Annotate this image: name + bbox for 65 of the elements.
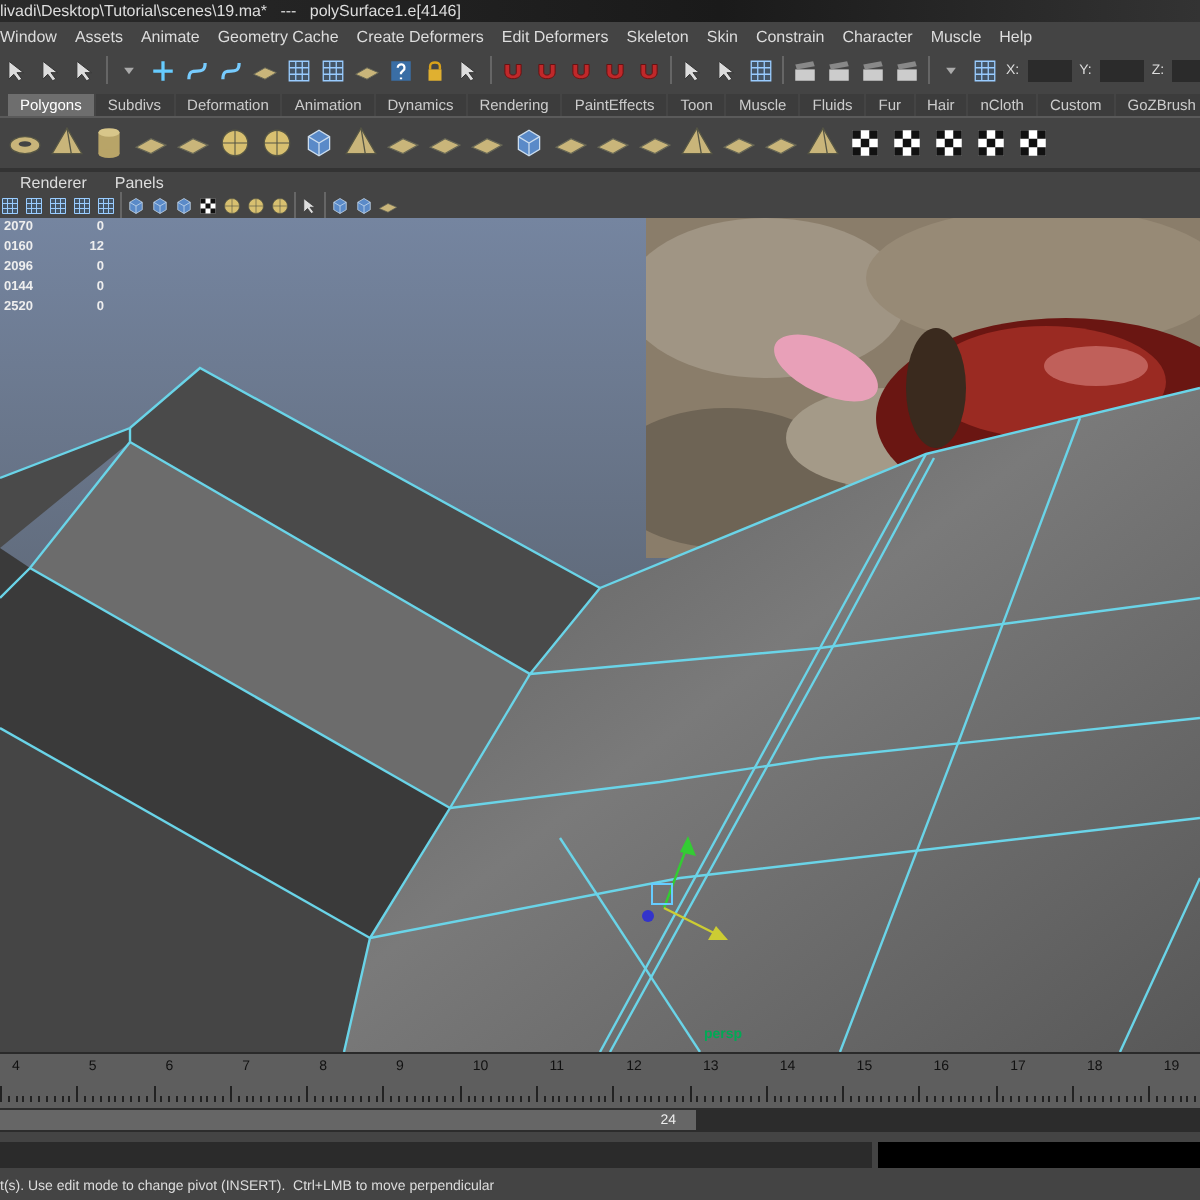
checker-icon[interactable] <box>848 126 882 160</box>
menu-item[interactable]: Panels <box>114 174 164 192</box>
curve-icon[interactable] <box>184 57 210 83</box>
pyramid-icon[interactable] <box>806 126 840 160</box>
menu-item[interactable]: Animate <box>140 27 200 45</box>
menu-item[interactable]: Geometry Cache <box>217 27 339 45</box>
sphere-icon[interactable] <box>246 196 266 216</box>
grid-icon[interactable] <box>972 57 998 83</box>
checker-icon[interactable] <box>198 196 218 216</box>
cube-icon[interactable] <box>126 196 146 216</box>
grid-icon[interactable] <box>286 57 312 83</box>
checker-icon[interactable] <box>932 126 966 160</box>
pyramid-icon[interactable] <box>680 126 714 160</box>
cube-icon[interactable] <box>512 126 546 160</box>
grid-icon[interactable] <box>96 196 116 216</box>
menu-item[interactable]: Muscle <box>930 27 982 45</box>
arrow-icon[interactable] <box>38 57 64 83</box>
clapper-icon[interactable] <box>826 57 852 83</box>
cube-icon[interactable] <box>330 196 350 216</box>
cylinder-icon[interactable] <box>92 126 126 160</box>
input-field[interactable] <box>1027 59 1072 81</box>
clapper-icon[interactable] <box>894 57 920 83</box>
menu-item[interactable]: Character <box>842 27 913 45</box>
pyramid-icon[interactable] <box>50 126 84 160</box>
cube-icon[interactable] <box>302 126 336 160</box>
grid-icon[interactable] <box>72 196 92 216</box>
clapper-icon[interactable] <box>792 57 818 83</box>
plus-icon[interactable] <box>150 57 176 83</box>
sphere-icon[interactable] <box>222 196 242 216</box>
window-title: livadi\Desktop\Tutorial\scenes\19.ma* --- polySurface1.e[4146] <box>0 2 461 20</box>
arrow-icon[interactable] <box>300 196 320 216</box>
command-line-field[interactable] <box>0 1141 872 1167</box>
arrow-icon[interactable] <box>714 57 740 83</box>
cube-icon[interactable] <box>354 196 374 216</box>
checker-icon[interactable] <box>1016 126 1050 160</box>
cube-icon[interactable] <box>174 196 194 216</box>
menu-item[interactable]: Create Deformers <box>356 27 484 45</box>
menu-item[interactable]: Window <box>0 27 57 45</box>
checker-icon[interactable] <box>974 126 1008 160</box>
arrow-icon[interactable] <box>4 57 30 83</box>
menu-item[interactable]: Renderer <box>20 174 87 192</box>
menu-item[interactable]: Edit Deformers <box>501 27 609 45</box>
curve-icon[interactable] <box>218 57 244 83</box>
menu-item[interactable]: Skin <box>706 27 738 45</box>
sphere-icon[interactable] <box>260 126 294 160</box>
grid-icon[interactable] <box>320 57 346 83</box>
clapper-icon[interactable] <box>860 57 886 83</box>
grid-icon[interactable] <box>0 196 20 216</box>
menu-item[interactable]: Skeleton <box>626 27 689 45</box>
arrow-icon[interactable] <box>680 57 706 83</box>
arrow-icon[interactable] <box>456 57 482 83</box>
cube-icon[interactable] <box>150 196 170 216</box>
question-icon[interactable] <box>388 57 414 83</box>
input-field[interactable] <box>1099 59 1144 81</box>
pyramid-icon[interactable] <box>344 126 378 160</box>
grid-icon[interactable] <box>748 57 774 83</box>
grid-icon[interactable] <box>48 196 68 216</box>
grid-icon[interactable] <box>24 196 44 216</box>
menu-item[interactable]: Constrain <box>755 27 825 45</box>
checker-icon[interactable] <box>890 126 924 160</box>
menu-item[interactable]: Assets <box>74 27 123 45</box>
sphere-icon[interactable] <box>270 196 290 216</box>
arrow-icon[interactable] <box>72 57 98 83</box>
sphere-icon[interactable] <box>218 126 252 160</box>
menu-item[interactable]: Help <box>999 27 1033 45</box>
